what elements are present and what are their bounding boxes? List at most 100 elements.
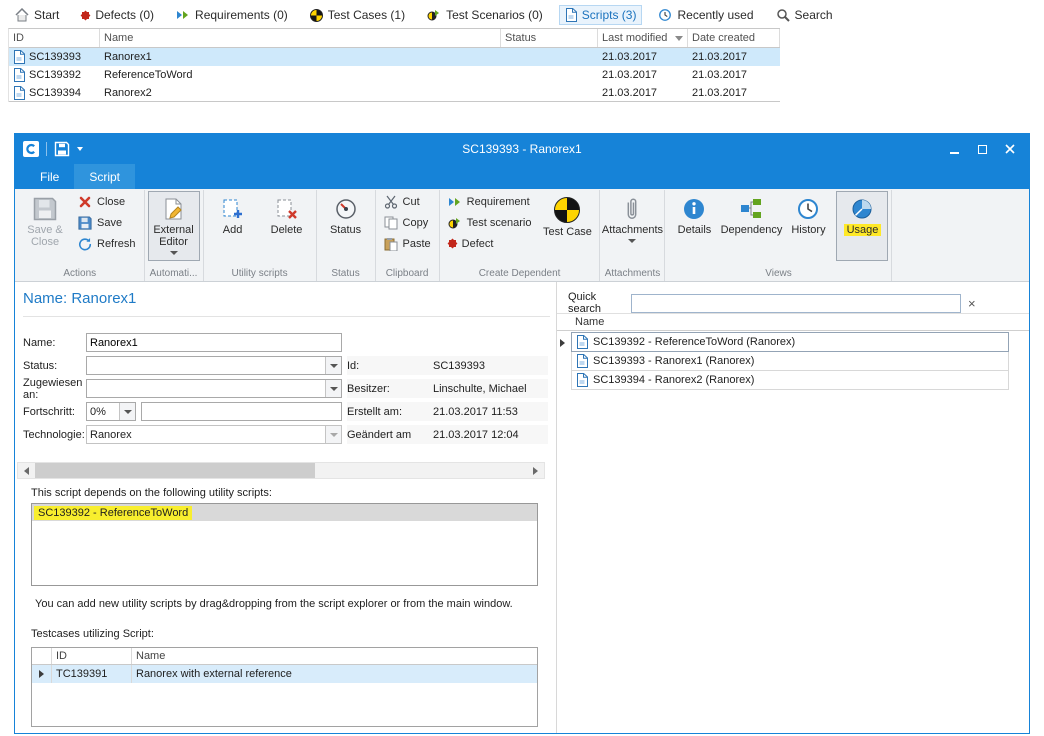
column-header-date-created[interactable]: Date created: [688, 29, 780, 47]
column-header-id[interactable]: ID: [52, 648, 132, 664]
ribbon-group-label: Utility scripts: [207, 266, 313, 281]
quick-search-input[interactable]: [631, 294, 961, 313]
column-header-status[interactable]: Status: [501, 29, 598, 47]
paste-button[interactable]: Paste: [379, 233, 436, 254]
usage-column-header[interactable]: Name: [557, 313, 1029, 331]
cell-date-created: 21.03.2017: [688, 66, 780, 84]
column-header-last-modified[interactable]: Last modified: [598, 29, 688, 47]
attachments-button[interactable]: Attachments: [603, 191, 661, 261]
field-label: Erstellt am:: [347, 406, 433, 418]
nav-tab-recently-used[interactable]: Recently used: [653, 6, 758, 24]
scroll-left-button[interactable]: [18, 463, 35, 478]
column-header-label: Name: [136, 650, 165, 662]
nav-tab-requirements[interactable]: Requirements (0): [171, 6, 293, 24]
save-and-close-button[interactable]: Save & Close: [19, 191, 71, 261]
minimize-button[interactable]: [943, 139, 965, 159]
cell-text: SC139394: [29, 87, 81, 99]
cell-last-modified: 21.03.2017: [598, 48, 688, 66]
cell-text: 21.03.2017: [692, 69, 747, 81]
list-item[interactable]: SC139394 - Ranorex2 (Ranorex): [571, 370, 1009, 390]
progress-text-field[interactable]: [141, 402, 342, 421]
nav-tab-start[interactable]: Start: [10, 6, 64, 24]
maximize-button[interactable]: [971, 139, 993, 159]
testcases-caption: Testcases utilizing Script:: [31, 628, 154, 640]
copy-button[interactable]: Copy: [379, 212, 436, 233]
table-row[interactable]: SC139394 Ranorex2 21.03.2017 21.03.2017: [9, 84, 780, 102]
detail-panel: Name: Ranorex1 Name: Status: Id: SC13939…: [15, 282, 557, 733]
create-defect-button[interactable]: Defect: [443, 233, 537, 254]
history-view-button[interactable]: History: [782, 191, 834, 261]
cell-text: 21.03.2017: [692, 51, 747, 63]
scrollbar-thumb[interactable]: [35, 463, 315, 478]
form-row-name: Name:: [23, 333, 342, 352]
status-button[interactable]: Status: [320, 191, 372, 261]
nav-tab-test-scenarios[interactable]: Test Scenarios (0): [422, 6, 548, 24]
assigned-dropdown[interactable]: [86, 379, 342, 398]
list-item[interactable]: SC139393 - Ranorex1 (Ranorex): [571, 351, 1009, 371]
save-button[interactable]: Save: [73, 212, 141, 233]
dropdown-button[interactable]: [325, 357, 341, 374]
window-titlebar[interactable]: SC139393 - Ranorex1: [15, 134, 1029, 164]
usage-panel: Quick search × Name SC139392 - Reference…: [557, 282, 1029, 733]
list-item[interactable]: SC139392 - ReferenceToWord (Ranorex): [571, 332, 1009, 352]
status-dropdown[interactable]: [86, 356, 342, 375]
chevron-down-icon: [330, 364, 338, 368]
cut-button[interactable]: Cut: [379, 191, 436, 212]
delete-utility-script-button[interactable]: Delete: [261, 191, 313, 261]
tab-file[interactable]: File: [25, 164, 74, 189]
detail-heading: Name: Ranorex1: [23, 290, 136, 307]
create-test-scenario-button[interactable]: Test scenario: [443, 212, 537, 233]
row-expander-icon[interactable]: [560, 339, 565, 347]
progress-input[interactable]: [145, 403, 341, 420]
scrollbar-track[interactable]: [35, 463, 527, 478]
row-expander[interactable]: [32, 665, 52, 683]
column-header-label: Name: [575, 316, 604, 328]
create-test-case-button[interactable]: Test Case: [538, 191, 596, 261]
horizontal-scrollbar[interactable]: [17, 462, 545, 479]
create-requirement-button[interactable]: Requirement: [443, 191, 537, 212]
quick-access-dropdown-icon[interactable]: [77, 147, 83, 151]
field-label: Technologie:: [23, 429, 86, 441]
cell-status: [501, 84, 598, 101]
table-row[interactable]: TC139391 Ranorex with external reference: [32, 665, 537, 683]
details-view-button[interactable]: Details: [668, 191, 720, 261]
add-icon: [221, 197, 245, 221]
nav-tab-scripts[interactable]: Scripts (3): [560, 6, 642, 24]
column-header-name[interactable]: Name: [132, 648, 537, 664]
copy-icon: [384, 216, 398, 230]
add-utility-script-button[interactable]: Add: [207, 191, 259, 261]
refresh-button[interactable]: Refresh: [73, 233, 141, 254]
script-icon: [13, 68, 25, 82]
quick-save-icon[interactable]: [54, 141, 70, 157]
table-row[interactable]: SC139393 Ranorex1 21.03.2017 21.03.2017: [9, 48, 780, 66]
delete-icon: [275, 197, 299, 221]
nav-tab-label: Test Scenarios (0): [446, 8, 543, 22]
name-field[interactable]: [86, 333, 342, 352]
scroll-right-button[interactable]: [527, 463, 544, 478]
dropdown-button[interactable]: [325, 426, 341, 443]
dependencies-list[interactable]: SC139392 - ReferenceToWord: [31, 503, 538, 586]
nav-tab-defects[interactable]: Defects (0): [76, 6, 159, 24]
close-window-button[interactable]: [999, 139, 1021, 159]
tab-script[interactable]: Script: [74, 164, 135, 189]
cell-date-created: 21.03.2017: [688, 84, 780, 101]
column-header-id[interactable]: ID: [9, 29, 100, 47]
list-item[interactable]: SC139392 - ReferenceToWord: [32, 504, 537, 521]
nav-tab-search[interactable]: Search: [771, 6, 838, 24]
name-input[interactable]: [90, 334, 341, 351]
nav-tab-test-cases[interactable]: Test Cases (1): [305, 6, 410, 24]
dependency-view-button[interactable]: Dependency: [722, 191, 780, 261]
dropdown-button[interactable]: [325, 380, 341, 397]
column-header-label: ID: [13, 32, 24, 44]
test-scenario-icon: [427, 8, 441, 22]
dropdown-button[interactable]: [119, 403, 135, 420]
progress-dropdown[interactable]: 0%: [86, 402, 136, 421]
testcases-table: ID Name TC139391 Ranorex with external r…: [31, 647, 538, 727]
usage-view-button[interactable]: Usage: [836, 191, 888, 261]
column-header-name[interactable]: Name: [100, 29, 501, 47]
clear-search-button[interactable]: ×: [968, 297, 976, 310]
close-button[interactable]: Close: [73, 191, 141, 212]
external-editor-button[interactable]: External Editor: [148, 191, 200, 261]
table-row[interactable]: SC139392 ReferenceToWord 21.03.2017 21.0…: [9, 66, 780, 84]
technology-dropdown[interactable]: Ranorex: [86, 425, 342, 444]
